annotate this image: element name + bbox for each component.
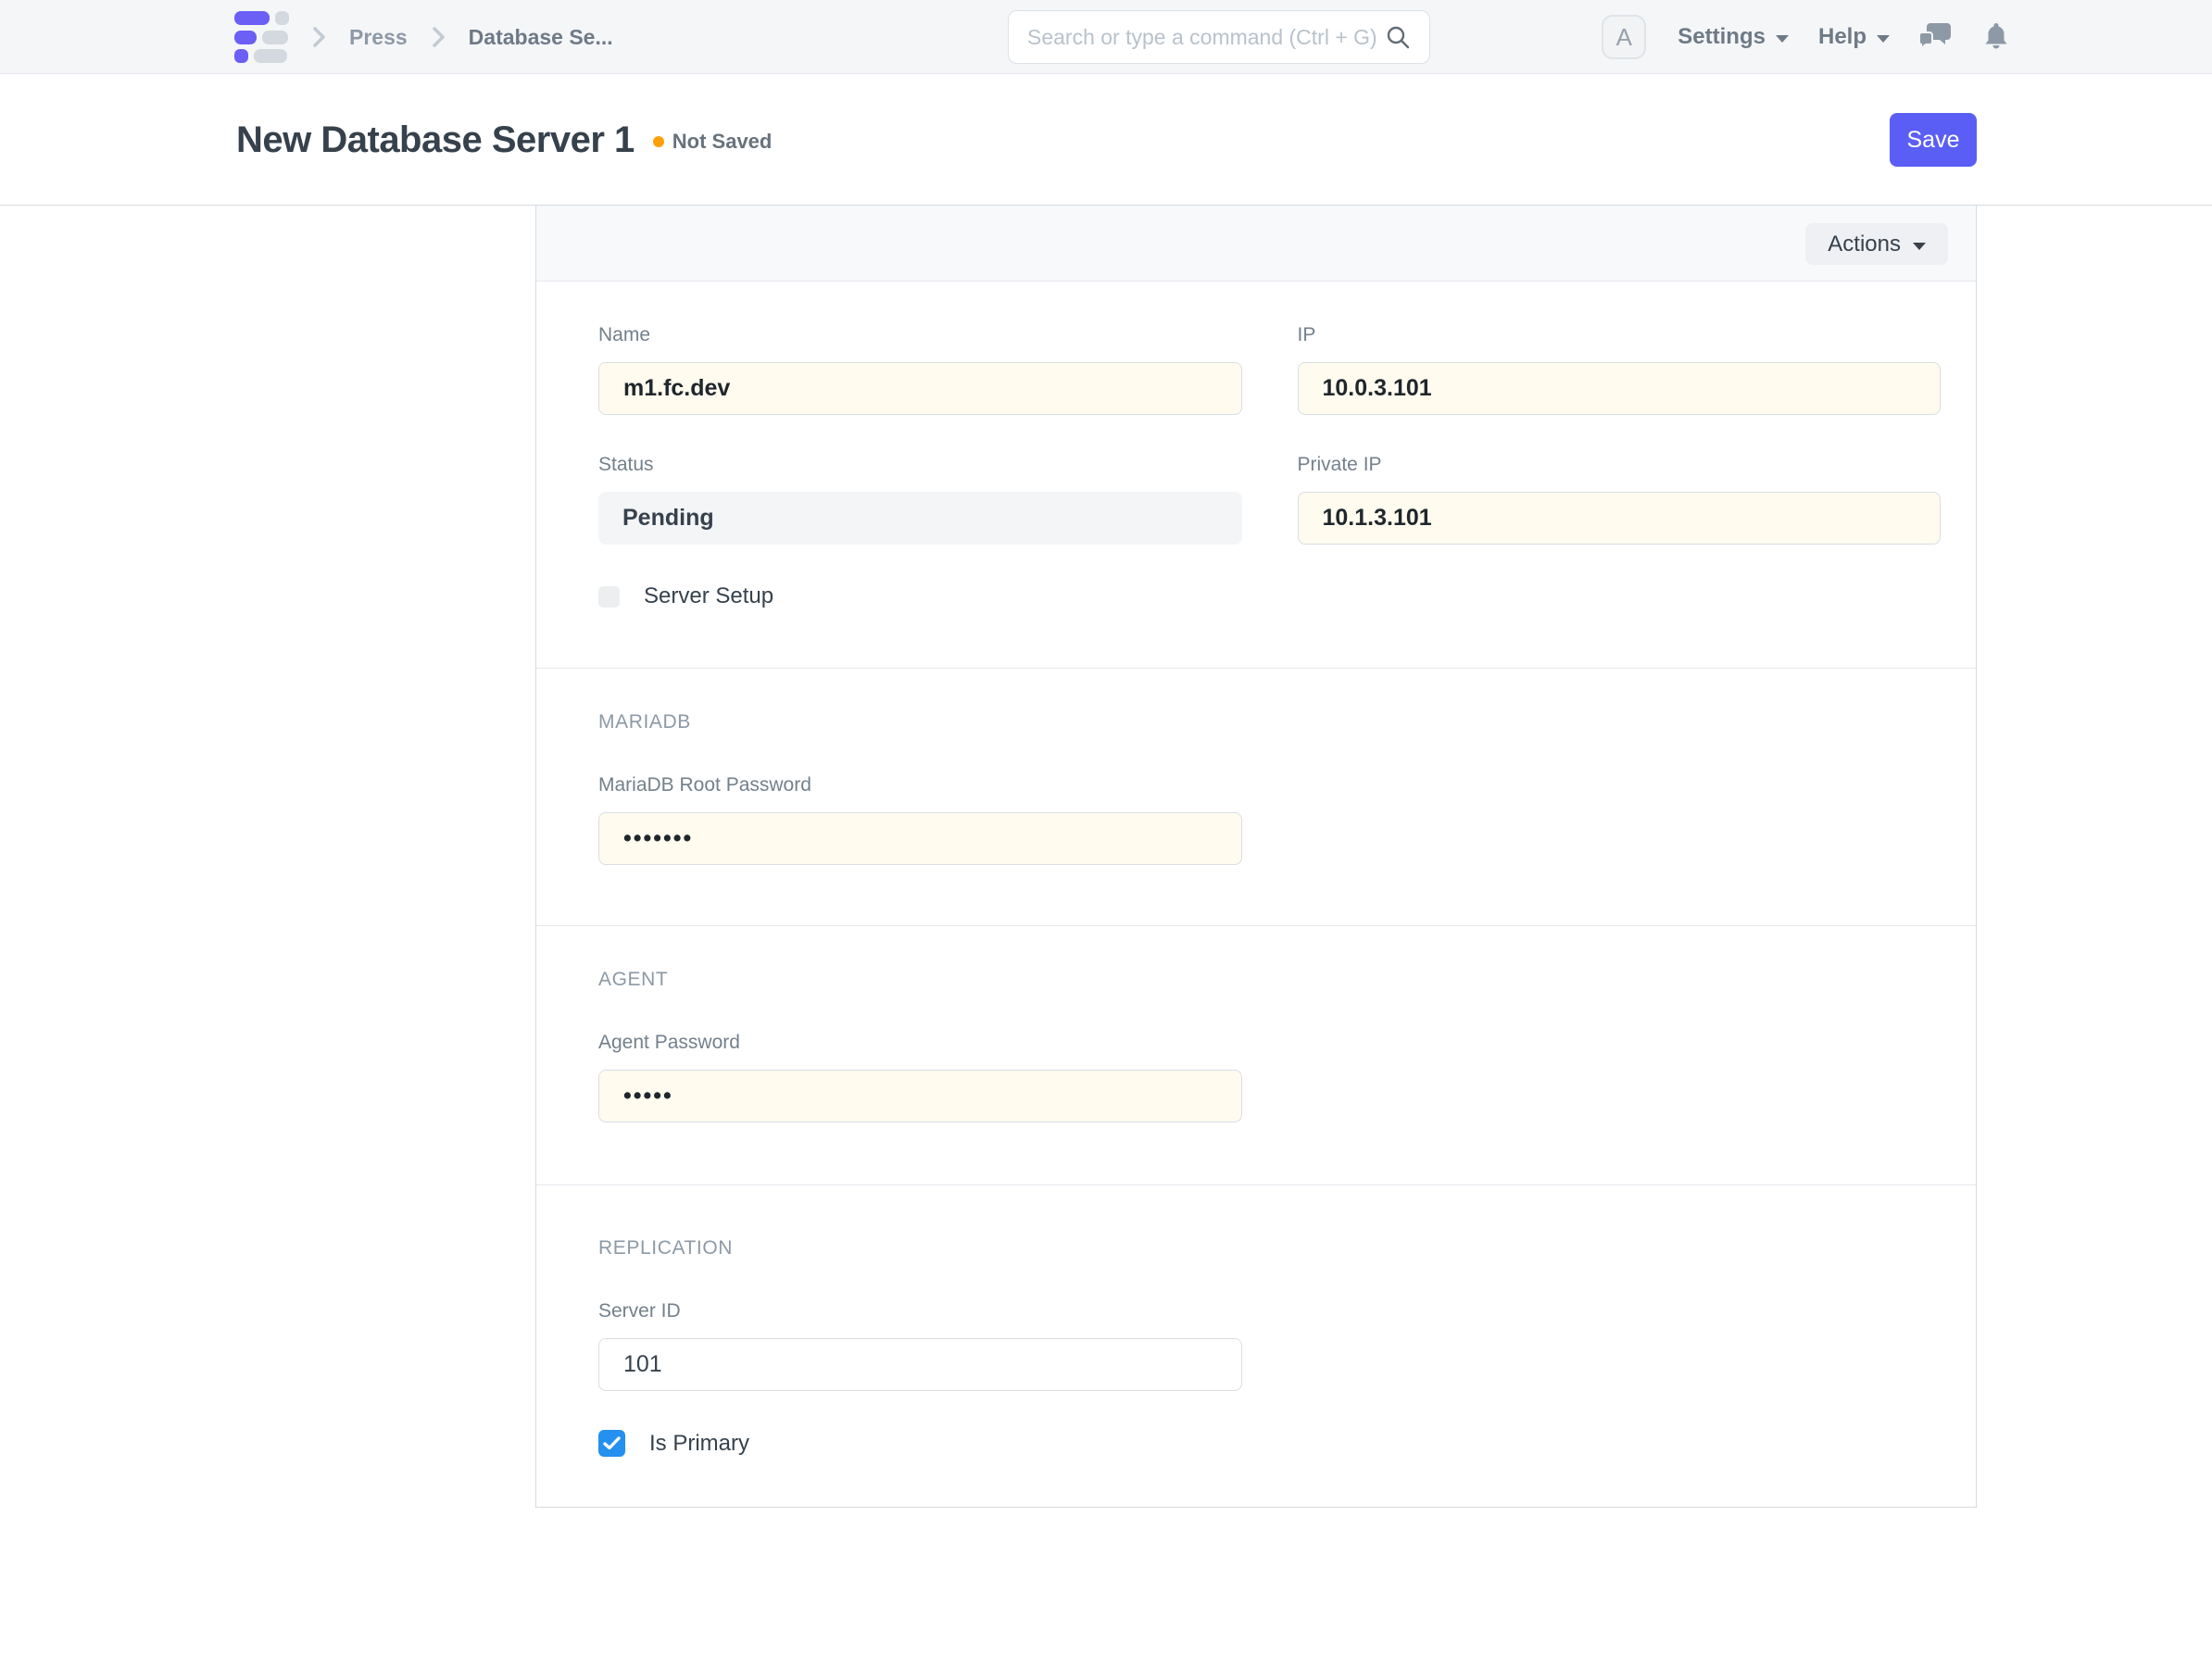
chevron-down-icon: [1776, 35, 1789, 43]
chevron-right-icon: [428, 25, 448, 49]
page-header: New Database Server 1 Not Saved Save: [0, 74, 2212, 206]
agent-password-input[interactable]: [598, 1070, 1242, 1122]
section-mariadb: MARIADB MariaDB Root Password: [536, 669, 1976, 926]
save-button[interactable]: Save: [1890, 113, 1977, 167]
is-primary-label: Is Primary: [649, 1431, 749, 1457]
field-server-setup: Server Setup: [598, 583, 1941, 609]
mariadb-root-password-input[interactable]: [598, 812, 1242, 865]
status-indicator: Not Saved: [653, 130, 773, 154]
section-details: Name IP Status Pending Private IP Server…: [536, 282, 1976, 669]
actions-label: Actions: [1828, 232, 1901, 257]
search-icon: [1385, 24, 1411, 50]
chevron-down-icon: [1877, 35, 1890, 43]
replication-section-heading: REPLICATION: [598, 1237, 1941, 1259]
app-logo-icon[interactable]: [234, 11, 295, 63]
avatar-letter: A: [1616, 23, 1632, 52]
mariadb-section-heading: MARIADB: [598, 711, 1941, 733]
server-id-label: Server ID: [598, 1300, 1242, 1322]
page-title: New Database Server 1: [236, 119, 635, 161]
agent-password-label: Agent Password: [598, 1032, 1242, 1054]
help-label: Help: [1818, 24, 1866, 50]
breadcrumb-item-press[interactable]: Press: [349, 25, 408, 50]
chevron-down-icon: [1913, 243, 1926, 250]
global-search[interactable]: [1008, 10, 1430, 64]
field-mariadb-root-password: MariaDB Root Password: [598, 774, 1242, 865]
server-id-input[interactable]: [598, 1338, 1242, 1391]
form-toolbar: Actions: [536, 206, 1976, 282]
field-agent-password: Agent Password: [598, 1032, 1242, 1122]
bell-icon[interactable]: [1982, 21, 2010, 53]
mariadb-root-password-label: MariaDB Root Password: [598, 774, 1242, 796]
section-agent: AGENT Agent Password: [536, 926, 1976, 1185]
search-input[interactable]: [1027, 25, 1385, 50]
section-replication: REPLICATION Server ID Is Primary: [536, 1185, 1976, 1508]
ip-label: IP: [1298, 324, 1942, 346]
is-primary-checkbox[interactable]: [598, 1430, 625, 1457]
status-value: Pending: [598, 492, 1242, 545]
form-container: Actions Name IP Status Pending Private I…: [535, 206, 1977, 1508]
name-label: Name: [598, 324, 1242, 346]
field-status: Status Pending: [598, 454, 1242, 545]
settings-label: Settings: [1678, 24, 1766, 50]
field-is-primary: Is Primary: [598, 1430, 1941, 1457]
field-name: Name: [598, 324, 1242, 415]
chat-icon[interactable]: [1919, 21, 1953, 53]
settings-menu[interactable]: Settings: [1678, 24, 1789, 50]
breadcrumb-item-current[interactable]: Database Se...: [469, 25, 613, 50]
breadcrumb: Press Database Se...: [308, 0, 613, 74]
private-ip-input[interactable]: [1298, 492, 1942, 545]
navbar: Press Database Se... A Settings Help: [0, 0, 2212, 74]
actions-button[interactable]: Actions: [1805, 223, 1948, 265]
chevron-right-icon: [308, 25, 329, 49]
ip-input[interactable]: [1298, 362, 1942, 415]
unsaved-dot-icon: [653, 136, 664, 147]
server-setup-label: Server Setup: [644, 583, 773, 609]
agent-section-heading: AGENT: [598, 969, 1941, 991]
user-avatar[interactable]: A: [1602, 15, 1646, 59]
field-private-ip: Private IP: [1298, 454, 1942, 545]
field-ip: IP: [1298, 324, 1942, 415]
field-server-id: Server ID: [598, 1300, 1242, 1391]
private-ip-label: Private IP: [1298, 454, 1942, 476]
check-icon: [603, 1436, 621, 1450]
name-input[interactable]: [598, 362, 1242, 415]
unsaved-label: Not Saved: [672, 130, 773, 154]
server-setup-checkbox[interactable]: [598, 586, 620, 608]
status-label: Status: [598, 454, 1242, 476]
help-menu[interactable]: Help: [1818, 24, 1890, 50]
